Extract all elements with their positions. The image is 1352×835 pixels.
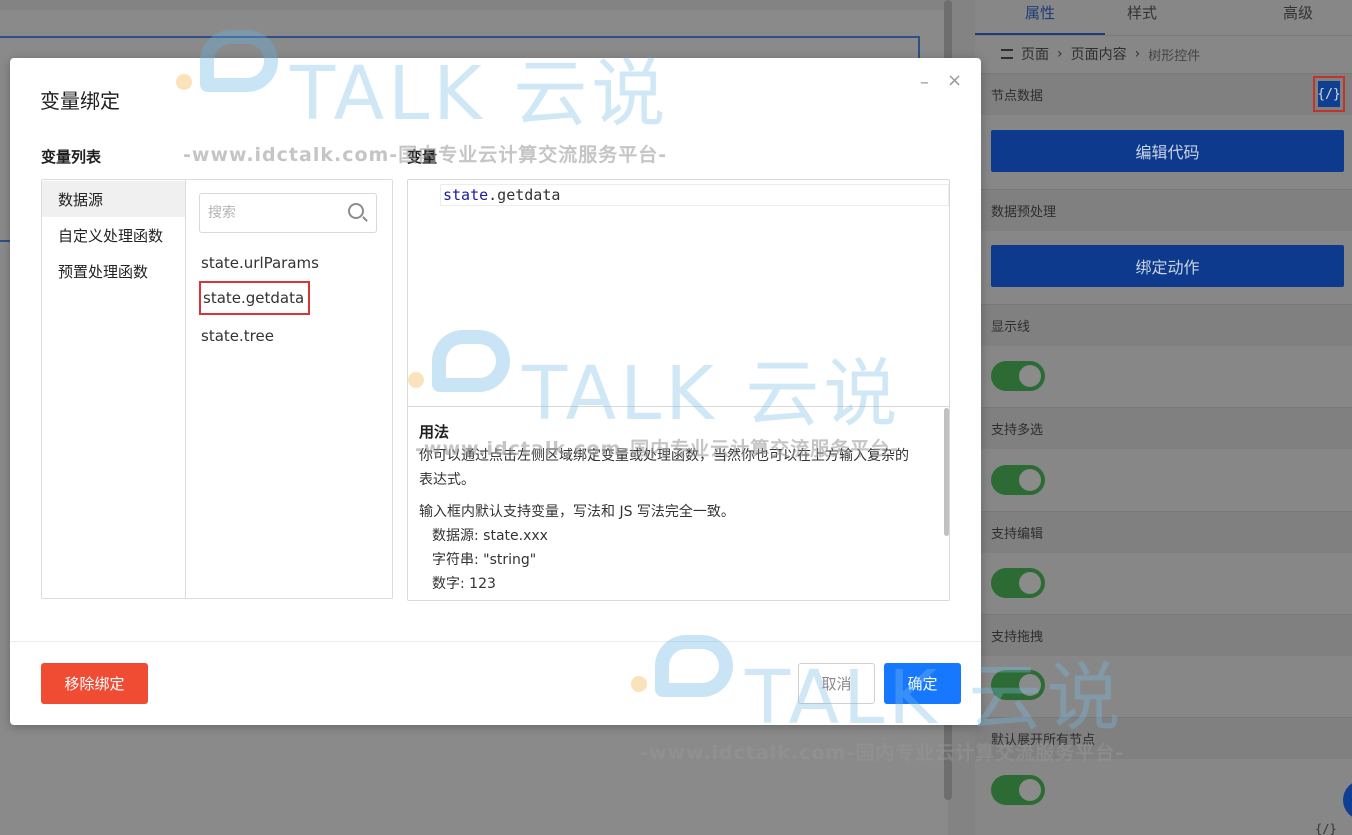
variable-binding-dialog: 变量绑定 – × 变量列表 变量 数据源 自定义处理函数 预置处理函数 stat…: [10, 58, 981, 725]
variable-list-label: 变量列表: [41, 148, 102, 166]
search-input[interactable]: [208, 202, 338, 224]
row-label: 数据预处理: [991, 205, 1057, 220]
row-drag: 支持拖拽: [975, 614, 1352, 656]
code-icon: {/}: [1317, 81, 1341, 107]
category-preset-functions[interactable]: 预置处理函数: [42, 253, 185, 289]
breadcrumb-item-tree: 树形控件: [1148, 48, 1201, 64]
footer-divider: [10, 641, 981, 642]
row-edit: 支持编辑: [975, 511, 1352, 553]
help-example: 数字: 123: [432, 576, 496, 592]
help-title: 用法: [419, 423, 450, 441]
search-field[interactable]: [199, 193, 377, 233]
code-binding-button[interactable]: {/}: [1313, 76, 1345, 112]
variable-label: 变量: [407, 148, 438, 166]
active-tab-indicator: [975, 33, 1105, 35]
chevron-right-icon: ›: [1057, 46, 1063, 62]
edit-toggle[interactable]: [991, 568, 1045, 598]
code-icon[interactable]: {/}: [1315, 822, 1337, 835]
tab-advanced[interactable]: 高级: [1283, 2, 1313, 23]
close-icon[interactable]: ×: [947, 70, 962, 91]
breadcrumb-item-page-content[interactable]: 页面内容: [1071, 44, 1127, 64]
row-label: 默认展开所有节点: [991, 733, 1096, 748]
row-expand-all: 默认展开所有节点: [975, 717, 1352, 759]
category-custom-functions[interactable]: 自定义处理函数: [42, 217, 185, 253]
remove-binding-button[interactable]: 移除绑定: [41, 663, 148, 704]
row-label: 支持编辑: [991, 527, 1044, 542]
row-data-preprocess: 数据预处理: [975, 189, 1352, 231]
variable-item-urlparams[interactable]: state.urlParams: [201, 254, 319, 272]
code-editor[interactable]: state.getdata: [408, 180, 949, 407]
category-list: 数据源 自定义处理函数 预置处理函数: [42, 180, 186, 598]
show-line-toggle[interactable]: [991, 361, 1045, 391]
usage-help: 用法 你可以通过点击左侧区域绑定变量或处理函数，当然你也可以在上方输入复杂的表达…: [408, 408, 949, 600]
multi-select-toggle[interactable]: [991, 465, 1045, 495]
row-label: 支持拖拽: [991, 630, 1044, 645]
minimize-icon[interactable]: –: [920, 72, 929, 93]
floating-help-button[interactable]: [1343, 780, 1352, 820]
code-keyword: state: [443, 186, 489, 204]
breadcrumb: 页面 › 页面内容 › 树形控件: [975, 36, 1352, 72]
help-example: 字符串: "string": [432, 552, 537, 568]
editor-line[interactable]: state.getdata: [440, 184, 949, 206]
confirm-button[interactable]: 确定: [884, 663, 961, 704]
bind-action-button[interactable]: 绑定动作: [991, 245, 1344, 287]
drag-toggle[interactable]: [991, 670, 1045, 700]
row-label: 显示线: [991, 320, 1031, 335]
tab-attributes[interactable]: 属性: [1025, 2, 1055, 23]
row-show-line: 显示线: [975, 304, 1352, 346]
property-tabs: 属性 样式 高级: [975, 0, 1352, 36]
help-paragraph: 输入框内默认支持变量，写法和 JS 写法完全一致。: [419, 504, 735, 520]
tab-styles[interactable]: 样式: [1127, 2, 1157, 23]
help-paragraph: 你可以通过点击左侧区域绑定变量或处理函数，当然你也可以在上方输入复杂的表达式。: [419, 448, 909, 488]
cancel-button[interactable]: 取消: [798, 663, 875, 704]
dialog-title: 变量绑定: [40, 89, 120, 113]
expand-all-toggle[interactable]: [991, 775, 1045, 805]
edit-code-button[interactable]: 编辑代码: [991, 130, 1344, 172]
row-node-data: 节点数据: [975, 73, 1352, 115]
row-label: 支持多选: [991, 423, 1044, 438]
code-text: .getdata: [488, 186, 561, 204]
menu-icon: [1001, 49, 1013, 59]
variable-item-getdata[interactable]: state.getdata: [199, 281, 311, 315]
variable-item-tree[interactable]: state.tree: [201, 327, 274, 345]
row-label: 节点数据: [991, 89, 1044, 104]
search-icon[interactable]: [348, 203, 364, 219]
variable-list-panel: 数据源 自定义处理函数 预置处理函数 state.urlParams state…: [41, 179, 393, 599]
chevron-right-icon: ›: [1134, 46, 1141, 62]
breadcrumb-item-page[interactable]: 页面: [1021, 44, 1049, 64]
expression-editor-panel: state.getdata 用法 你可以通过点击左侧区域绑定变量或处理函数，当然…: [407, 179, 950, 601]
category-datasource[interactable]: 数据源: [42, 181, 185, 217]
help-scrollbar[interactable]: [944, 408, 949, 536]
help-example: 数据源: state.xxx: [432, 528, 548, 544]
property-panel: 属性 样式 高级 页面 › 页面内容 › 树形控件 节点数据 {/} 编辑代码 …: [975, 0, 1352, 835]
row-multi-select: 支持多选: [975, 407, 1352, 449]
